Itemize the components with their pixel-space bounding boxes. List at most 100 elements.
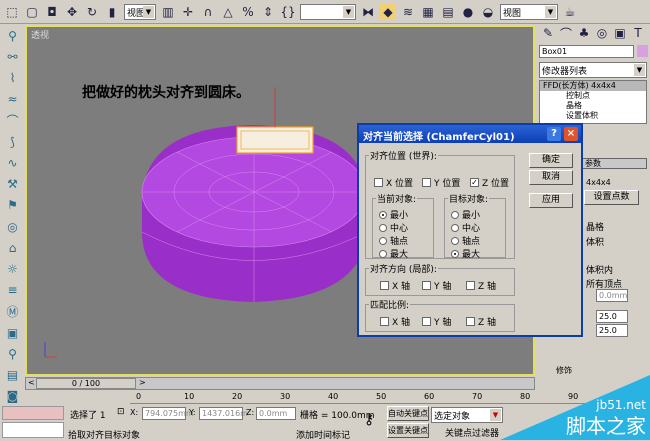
- set-key-button[interactable]: 设置关键点: [387, 423, 429, 438]
- snap-icon[interactable]: ∩: [200, 4, 216, 20]
- wave-icon[interactable]: ∿: [5, 156, 21, 171]
- modifier-stack[interactable]: FFD(长方体) 4x4x4 控制点 晶格 设置体积: [539, 80, 647, 124]
- animation-icon[interactable]: [0, 377, 24, 405]
- apply-button[interactable]: 应用: [529, 193, 573, 208]
- move-icon[interactable]: ✥: [64, 4, 80, 20]
- set-points-button[interactable]: 设置点数: [584, 190, 639, 205]
- bind-icon[interactable]: ⌇: [5, 70, 21, 85]
- current-center-radio[interactable]: 中心: [379, 221, 408, 234]
- render-setup-icon[interactable]: ◒: [480, 4, 496, 20]
- scale-z-checkbox[interactable]: Z 轴: [466, 315, 496, 328]
- x-position-checkbox[interactable]: X 位置: [374, 176, 413, 189]
- target-center-radio[interactable]: 中心: [451, 221, 480, 234]
- hierarchy-icon[interactable]: ≈: [5, 91, 21, 106]
- key-icon[interactable]: ⚷: [364, 412, 374, 428]
- orient-z-checkbox[interactable]: Z 轴: [466, 279, 496, 292]
- scale-icon[interactable]: ▮: [104, 4, 120, 20]
- link-icon[interactable]: ⚲: [5, 28, 21, 43]
- close-button[interactable]: ×: [564, 127, 578, 141]
- ok-button[interactable]: 确定: [529, 153, 573, 168]
- pillow[interactable]: [236, 87, 314, 154]
- key-filters-button[interactable]: 关键点过滤器: [445, 426, 499, 439]
- render-icon[interactable]: Ⓜ: [5, 304, 21, 320]
- help-button[interactable]: ?: [547, 127, 561, 141]
- tool-icon[interactable]: ⚒: [5, 177, 21, 192]
- angle-snap-icon[interactable]: △: [220, 4, 236, 20]
- curve-editor-icon[interactable]: ▦: [420, 4, 436, 20]
- region-select-icon[interactable]: ▢: [24, 4, 40, 20]
- spinner-snap-icon[interactable]: ⇕: [260, 4, 276, 20]
- scale-x-checkbox[interactable]: X 轴: [380, 315, 410, 328]
- material-editor-icon[interactable]: ●: [460, 4, 476, 20]
- object-name-input[interactable]: Box01: [539, 45, 634, 58]
- reference-coord-select[interactable]: 视图 ▼: [124, 3, 156, 20]
- script-icon[interactable]: ▣: [5, 326, 21, 341]
- system-icon[interactable]: ≡: [5, 282, 21, 297]
- maxscript-listener[interactable]: [2, 406, 64, 420]
- volume-checkbox-label[interactable]: 体积: [586, 235, 604, 248]
- scale-y-checkbox[interactable]: Y 轴: [422, 315, 451, 328]
- current-pivot-radio[interactable]: 轴点: [379, 234, 408, 247]
- current-max-radio[interactable]: 最大: [379, 247, 408, 260]
- inside-volume-radio[interactable]: 体积内: [586, 263, 613, 276]
- display-tab-icon[interactable]: ▣: [612, 25, 628, 41]
- manipulate-icon[interactable]: ✛: [180, 4, 196, 20]
- y-coord-input[interactable]: 1437.016m: [199, 407, 248, 420]
- maxscript-input[interactable]: [2, 422, 64, 438]
- lattice-checkbox-label[interactable]: 晶格: [586, 220, 604, 233]
- falloff-input[interactable]: 0.0mm: [596, 289, 628, 302]
- slider-prev-icon[interactable]: <: [28, 378, 35, 387]
- orient-x-checkbox[interactable]: X 轴: [380, 279, 410, 292]
- time-slider-thumb[interactable]: 0 / 100: [36, 378, 136, 389]
- window-crossing-icon[interactable]: ◘: [44, 4, 60, 20]
- select-icon[interactable]: ⬚: [4, 4, 20, 20]
- spline-icon[interactable]: ⟆: [5, 135, 21, 150]
- motion-tab-icon[interactable]: ◎: [594, 25, 610, 41]
- z-position-checkbox[interactable]: ✓ Z 位置: [470, 176, 509, 189]
- y-position-checkbox[interactable]: Y 位置: [422, 176, 460, 189]
- target-max-radio[interactable]: 最大: [451, 247, 480, 260]
- light-icon[interactable]: ☼: [5, 261, 21, 276]
- utilities-tab-icon[interactable]: T: [630, 25, 646, 41]
- camera-icon[interactable]: ⌂: [5, 240, 21, 255]
- continuity-input[interactable]: 25.0: [596, 324, 628, 337]
- quick-render-icon[interactable]: ☕: [562, 4, 578, 20]
- mirror-icon[interactable]: ⧓: [360, 4, 376, 20]
- modifier-list-select[interactable]: 修改器列表 ▼: [539, 62, 647, 78]
- slider-next-icon[interactable]: >: [139, 378, 146, 387]
- align-icon[interactable]: ◆: [380, 3, 396, 20]
- x-coord-input[interactable]: 794.075mm: [142, 407, 194, 420]
- bone-icon[interactable]: ⌒: [5, 113, 21, 129]
- add-time-tag[interactable]: 添加时间标记: [296, 428, 350, 441]
- stack-item[interactable]: 控制点: [540, 91, 646, 101]
- stack-item[interactable]: 设置体积: [540, 111, 646, 121]
- named-selection-icon[interactable]: {}: [280, 4, 296, 20]
- search-icon[interactable]: ⚲: [5, 347, 21, 362]
- object-color-swatch[interactable]: [637, 45, 648, 57]
- lock-icon[interactable]: ⊡: [117, 407, 125, 417]
- orient-y-checkbox[interactable]: Y 轴: [422, 279, 451, 292]
- modify-tab-icon[interactable]: ⌒: [558, 25, 574, 41]
- pivot-icon[interactable]: ▥: [160, 4, 176, 20]
- unlink-icon[interactable]: ⚯: [5, 49, 21, 64]
- z-coord-input[interactable]: 0.0mm: [256, 407, 296, 420]
- space-warp-icon[interactable]: ◎: [5, 219, 21, 234]
- layer-icon[interactable]: ≋: [400, 4, 416, 20]
- rotate-icon[interactable]: ↻: [84, 4, 100, 20]
- helper-icon[interactable]: ⚑: [5, 198, 21, 213]
- current-min-radio[interactable]: 最小: [379, 208, 408, 221]
- auto-key-button[interactable]: 自动关键点: [387, 406, 429, 421]
- key-selection-select[interactable]: 选定对象 ▼: [431, 407, 503, 423]
- tension-input[interactable]: 25.0: [596, 310, 628, 323]
- schematic-icon[interactable]: ▤: [440, 4, 456, 20]
- target-min-radio[interactable]: 最小: [451, 208, 480, 221]
- hierarchy-tab-icon[interactable]: ♣: [576, 25, 592, 41]
- stack-item[interactable]: 晶格: [540, 101, 646, 111]
- dialog-titlebar[interactable]: 对齐当前选择 (ChamferCyl01) ? ×: [359, 125, 581, 143]
- cancel-button[interactable]: 取消: [529, 170, 573, 185]
- create-tab-icon[interactable]: ✎: [540, 25, 556, 41]
- render-view-select[interactable]: 视图 ▼: [500, 3, 558, 20]
- named-selection-select[interactable]: ▼: [300, 3, 356, 20]
- stack-item[interactable]: FFD(长方体) 4x4x4: [540, 81, 646, 91]
- time-slider[interactable]: < 0 / 100 >: [25, 377, 535, 390]
